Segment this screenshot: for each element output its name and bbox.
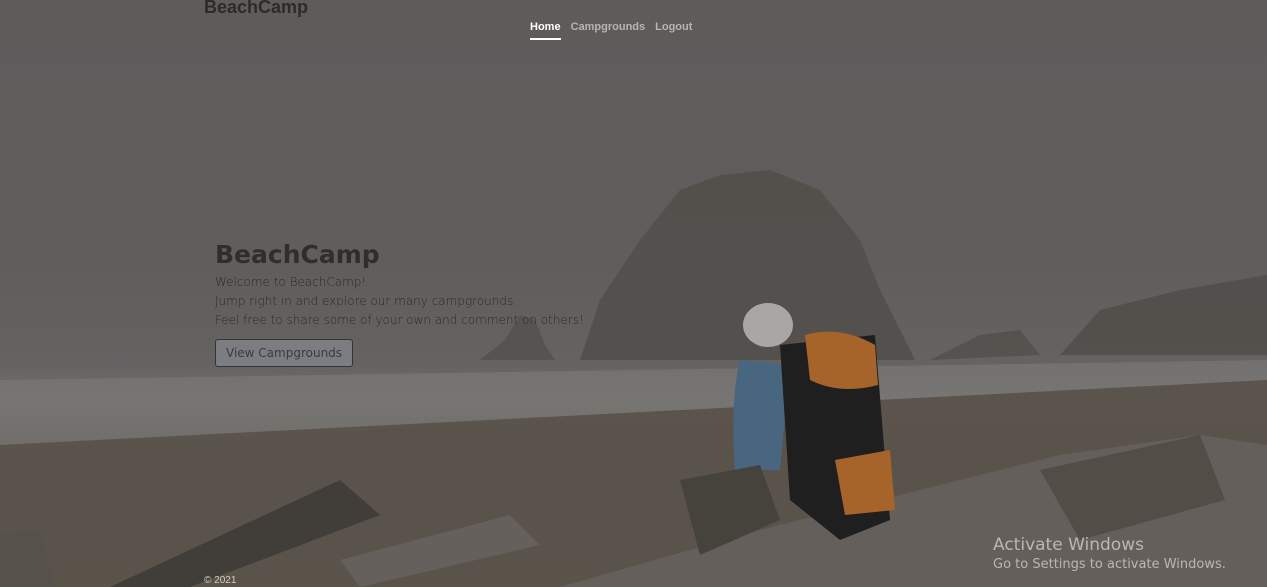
hero-title: BeachCamp <box>215 240 380 269</box>
watermark-subtitle: Go to Settings to activate Windows. <box>993 557 1226 572</box>
hero-section: BeachCamp Welcome to BeachCamp! Jump rig… <box>215 240 584 367</box>
windows-activation-watermark: Activate Windows Go to Settings to activ… <box>993 535 1226 575</box>
nav-campgrounds[interactable]: Campgrounds <box>571 21 646 40</box>
hero-welcome-line: Welcome to BeachCamp! <box>215 275 367 289</box>
dark-overlay <box>0 0 1267 587</box>
hero-explore-line: Jump right in and explore our many campg… <box>215 294 518 308</box>
footer-copyright: © 2021 <box>204 575 237 586</box>
view-campgrounds-button[interactable]: View Campgrounds <box>215 339 354 367</box>
nav-logout[interactable]: Logout <box>655 21 692 40</box>
nav-home[interactable]: Home <box>530 21 561 40</box>
watermark-title: Activate Windows <box>993 535 1144 555</box>
brand-logo[interactable]: BeachCamp <box>204 0 308 18</box>
main-nav: Home Campgrounds Logout <box>530 21 692 40</box>
hero-share-line: Feel free to share some of your own and … <box>215 313 584 327</box>
